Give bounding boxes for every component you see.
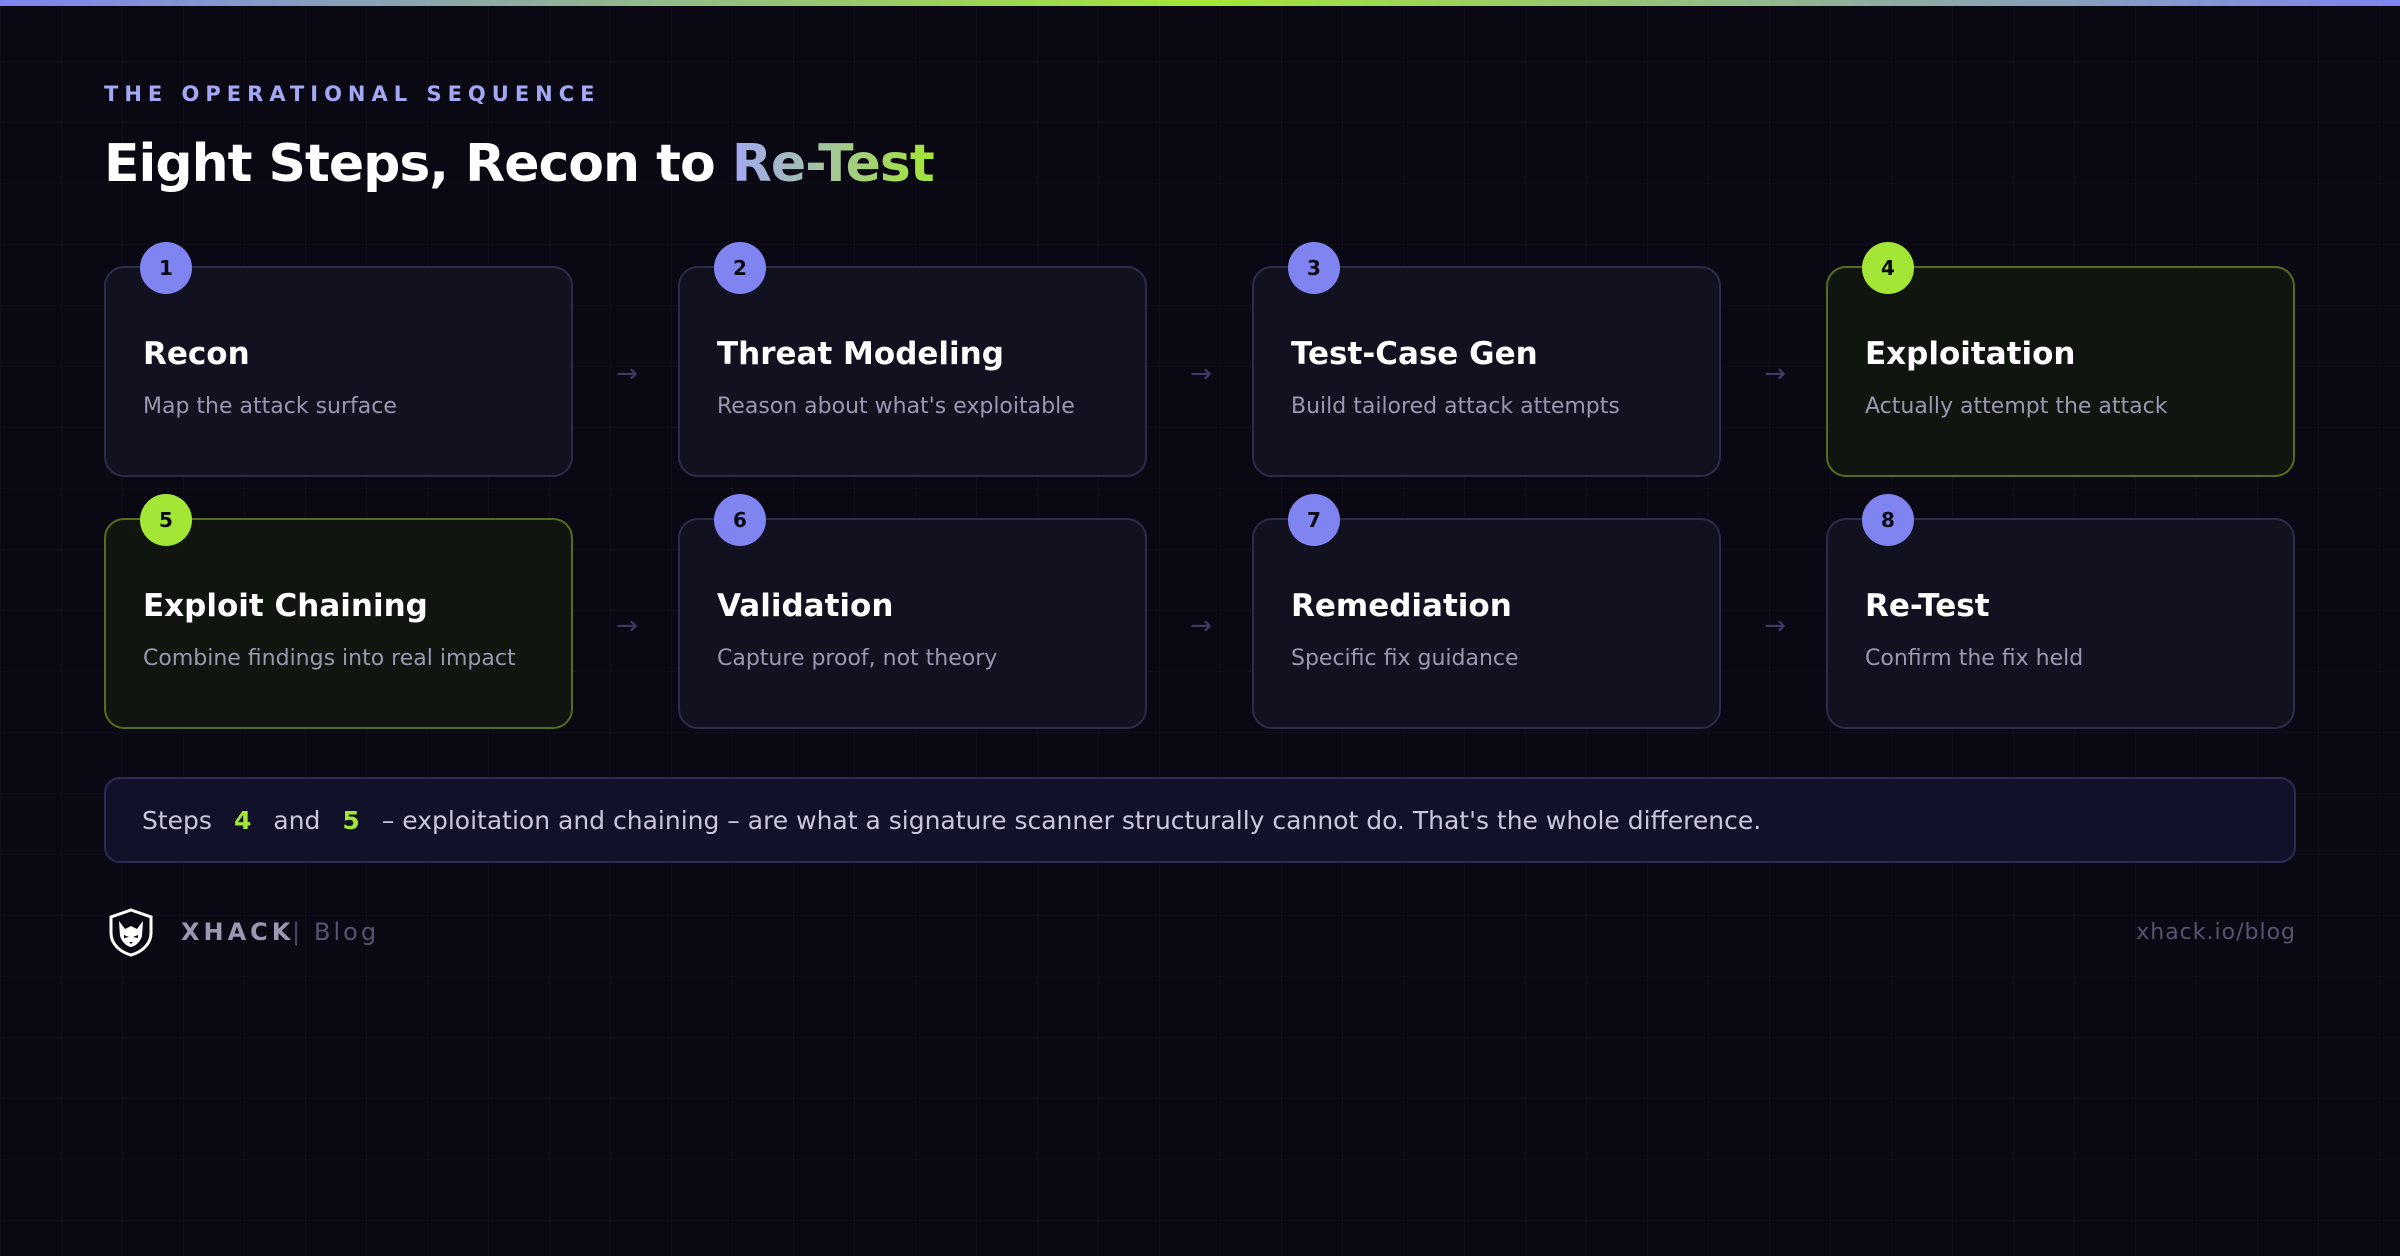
step-title: Test-Case Gen — [1291, 336, 1538, 372]
step-title: Threat Modeling — [717, 336, 1004, 372]
title-main: Eight Steps, Recon to — [104, 134, 732, 194]
step-badge: 5 — [140, 494, 192, 546]
callout-note: Steps 4 and 5 – exploitation and chainin… — [104, 777, 2296, 863]
step-title: Re-Test — [1865, 588, 1990, 624]
arrow-right-icon: → — [1764, 359, 1786, 389]
slide: THE OPERATIONAL SEQUENCE Eight Steps, Re… — [0, 0, 2400, 1256]
step-badge: 1 — [140, 242, 192, 294]
wolf-shield-icon — [109, 908, 153, 957]
step-title: Remediation — [1291, 588, 1512, 624]
note-and: and — [273, 805, 321, 835]
brand-separator: | — [292, 918, 301, 946]
arrow-right-icon: → — [1190, 611, 1212, 641]
step-card-remediation: 7 Remediation Specific fix guidance — [1252, 494, 1721, 729]
step-badge: 8 — [1862, 494, 1914, 546]
step-card-validation: 6 Validation Capture proof, not theory — [678, 494, 1147, 729]
step-desc: Specific fix guidance — [1291, 646, 1519, 671]
step-title: Recon — [143, 336, 250, 372]
brand-subtitle: Blog — [314, 918, 380, 946]
step-badge: 3 — [1288, 242, 1340, 294]
step-desc: Combine findings into real impact — [143, 646, 516, 671]
step-desc: Confirm the fix held — [1865, 646, 2084, 671]
step-badge: 6 — [714, 494, 766, 546]
eyebrow-label: THE OPERATIONAL SEQUENCE — [104, 82, 601, 106]
step-desc: Reason about what's exploitable — [717, 394, 1075, 419]
arrow-right-icon: → — [1190, 359, 1212, 389]
step-card-recon: 1 Recon Map the attack surface — [104, 242, 573, 477]
brand-name: XHACK — [181, 918, 295, 946]
arrow-right-icon: → — [616, 359, 638, 389]
step-title: Validation — [717, 588, 894, 624]
page-title: Eight Steps, Recon to Re-Test — [104, 134, 935, 194]
step-card-test-case-gen: 3 Test-Case Gen Build tailored attack at… — [1252, 242, 1721, 477]
title-accent: Re-Test — [731, 134, 935, 194]
arrow-right-icon: → — [616, 611, 638, 641]
step-title: Exploitation — [1865, 336, 2076, 372]
step-card-exploit-chaining: 5 Exploit Chaining Combine findings into… — [104, 494, 573, 729]
step-card-threat-modeling: 2 Threat Modeling Reason about what's ex… — [678, 242, 1147, 477]
step-badge: 4 — [1862, 242, 1914, 294]
step-desc: Actually attempt the attack — [1865, 394, 2168, 419]
note-step-five: 5 — [342, 805, 360, 835]
step-desc: Capture proof, not theory — [717, 646, 998, 671]
step-badge: 2 — [714, 242, 766, 294]
note-prefix: Steps — [142, 805, 212, 835]
footer-url: xhack.io/blog — [2136, 920, 2296, 945]
step-badge: 7 — [1288, 494, 1340, 546]
arrow-right-icon: → — [1764, 611, 1786, 641]
step-card-re-test: 8 Re-Test Confirm the fix held — [1826, 494, 2295, 729]
note-suffix: – exploitation and chaining – are what a… — [381, 805, 1762, 835]
step-desc: Build tailored attack attempts — [1291, 394, 1620, 419]
step-card-exploitation: 4 Exploitation Actually attempt the atta… — [1826, 242, 2295, 477]
note-step-four: 4 — [233, 805, 252, 835]
step-desc: Map the attack surface — [143, 394, 397, 419]
top-gradient-bar — [0, 0, 2400, 6]
step-title: Exploit Chaining — [143, 588, 428, 624]
